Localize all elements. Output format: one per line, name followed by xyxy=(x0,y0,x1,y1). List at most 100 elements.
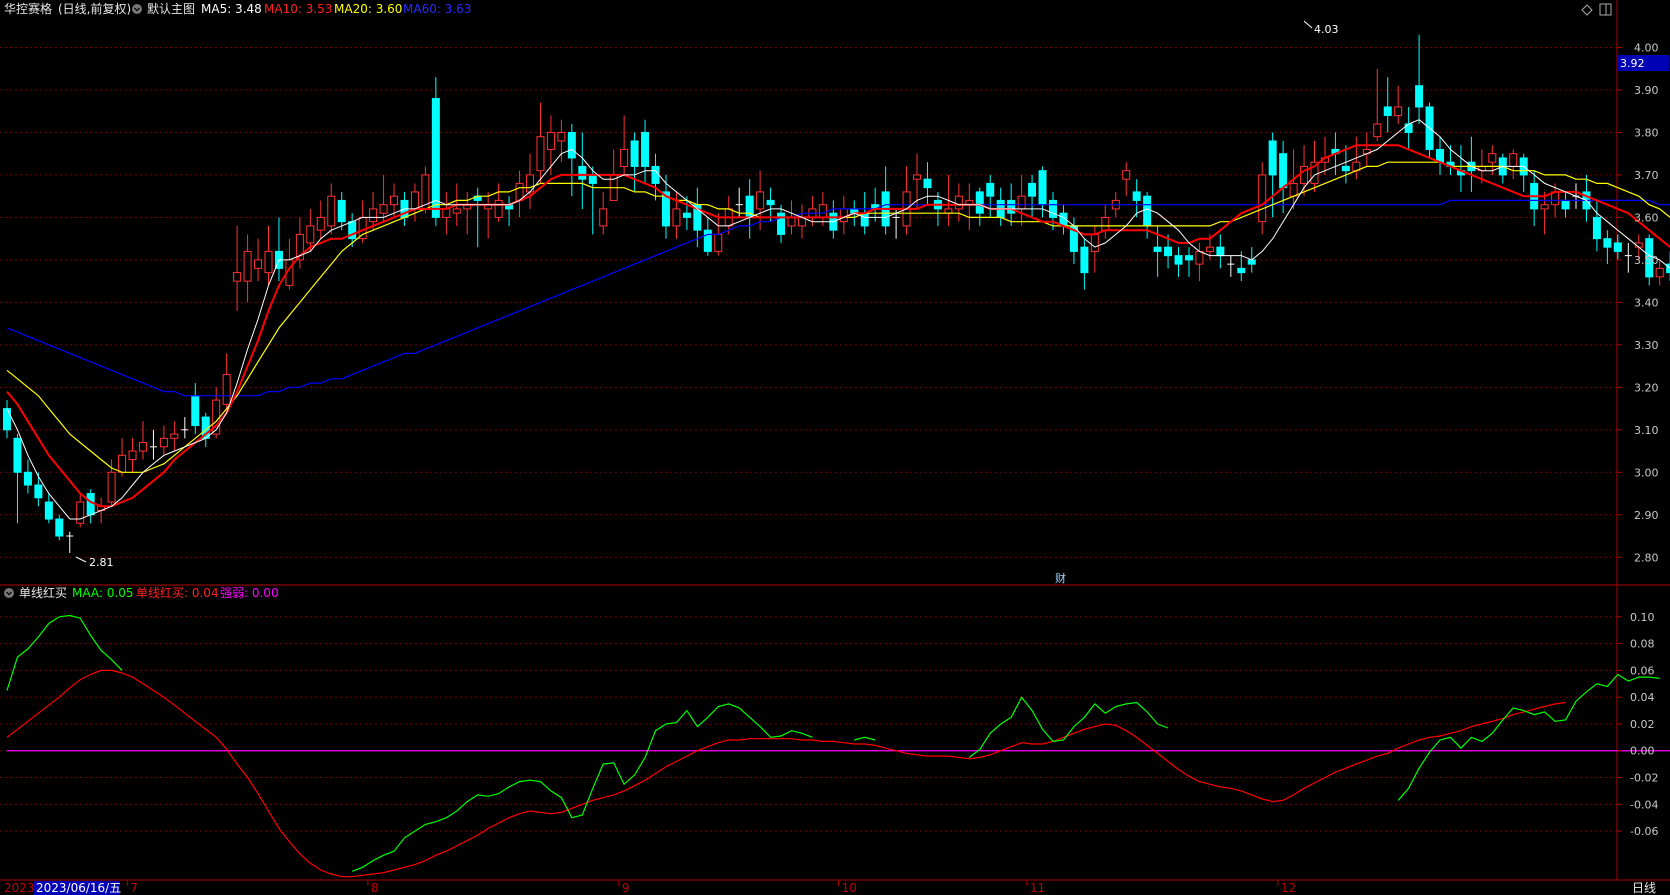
year-label: 2023 xyxy=(4,881,35,895)
indicator-name[interactable]: 单线红买 xyxy=(19,585,67,600)
low-label: 2.81 xyxy=(89,556,114,569)
candle-body xyxy=(76,501,85,524)
candle xyxy=(996,187,1005,226)
candle-body xyxy=(1415,85,1424,108)
template-name[interactable]: 默认主图 xyxy=(147,1,195,16)
tick-label: -0.06 xyxy=(1630,825,1658,838)
candle xyxy=(1028,174,1037,218)
candle xyxy=(76,493,85,528)
period-tab-label[interactable]: 日线 xyxy=(1632,881,1656,895)
candle xyxy=(442,191,451,235)
candle xyxy=(23,459,32,494)
diamond-icon[interactable] xyxy=(1581,4,1593,16)
ma10-line xyxy=(6,144,1670,508)
candlestick-series[interactable] xyxy=(3,34,1670,554)
ma5-label: MA5: 3.48 xyxy=(201,2,262,16)
candle-body xyxy=(55,518,64,537)
candle-body xyxy=(358,216,367,240)
candle-body xyxy=(431,97,440,218)
candle xyxy=(661,174,670,239)
candle xyxy=(463,191,472,235)
sub-grid xyxy=(0,616,1617,832)
financial-marker[interactable]: 财 xyxy=(1055,571,1066,585)
candle xyxy=(44,493,53,524)
candle xyxy=(536,102,545,184)
candle-body xyxy=(233,272,242,282)
candle xyxy=(881,166,890,235)
signal-line xyxy=(6,669,1566,878)
candle-body xyxy=(118,454,127,473)
candle xyxy=(1362,132,1371,167)
candle-body xyxy=(1216,246,1225,257)
maa-line xyxy=(854,736,876,741)
candle xyxy=(1080,238,1089,290)
tick-label: 0.04 xyxy=(1630,691,1655,704)
tick-label: 0.02 xyxy=(1630,718,1655,731)
maa-line xyxy=(351,703,813,872)
candle xyxy=(1415,34,1424,124)
cursor-date-label: 2023/06/16/五 xyxy=(36,881,121,895)
candle xyxy=(254,238,263,282)
candle-body xyxy=(86,493,95,516)
candle-body xyxy=(860,212,869,227)
indicator-dropdown-icon[interactable] xyxy=(4,588,14,598)
candle-body xyxy=(599,208,608,227)
candle-body xyxy=(839,208,848,223)
tick-label: -0.04 xyxy=(1630,798,1658,811)
candle xyxy=(1195,242,1204,282)
tick-label: 3.80 xyxy=(1634,126,1659,139)
template-dropdown-icon[interactable] xyxy=(132,4,142,14)
candle xyxy=(986,174,995,218)
candle-body xyxy=(1017,195,1026,210)
candle xyxy=(839,196,848,235)
candle-body xyxy=(1341,165,1350,172)
candle-body xyxy=(1205,246,1214,252)
candle xyxy=(745,179,754,239)
candle xyxy=(641,119,650,184)
candle xyxy=(66,531,74,554)
chart-canvas[interactable]: 4.00 3.90 3.80 3.70 3.60 3.50 3.40 3.30 3.20 3.10… xyxy=(0,0,1670,895)
candle-body xyxy=(1132,191,1141,201)
candle-body xyxy=(316,216,325,231)
candle xyxy=(1258,162,1267,235)
tick-label: 3.90 xyxy=(1634,84,1659,97)
candle-body xyxy=(756,191,765,210)
candle-body xyxy=(44,501,53,520)
tick-label: 3.50 xyxy=(1634,254,1659,267)
ma5-line xyxy=(6,119,1670,520)
candle-body xyxy=(1613,242,1622,252)
tick-label: 0.00 xyxy=(1630,745,1655,758)
window-controls[interactable] xyxy=(1581,3,1612,16)
tick-label: 0.08 xyxy=(1630,638,1655,651)
candle xyxy=(316,200,325,239)
strength-label: 强弱: 0.00 xyxy=(220,586,279,600)
candle-body xyxy=(159,437,168,448)
candle-body xyxy=(557,131,566,142)
candle-body xyxy=(1237,267,1246,274)
candle-body xyxy=(337,199,346,223)
candle xyxy=(1101,204,1110,239)
candle-body xyxy=(34,484,43,499)
main-header: 华控赛格 (日线,前复权) 默认主图 MA5: 3.48 MA10: 3.53 … xyxy=(4,1,471,16)
candle xyxy=(829,200,838,239)
candle-body xyxy=(766,199,775,206)
candle-body xyxy=(327,195,336,227)
candle-body xyxy=(672,208,681,227)
maa-label: MAA: 0.05 xyxy=(72,586,133,600)
tick-label: 2.80 xyxy=(1634,551,1659,564)
candle xyxy=(431,77,440,226)
candle-body xyxy=(243,250,252,282)
tick-label: 3.60 xyxy=(1634,211,1659,224)
high-annotation: 4.03 xyxy=(1303,20,1339,36)
candle-body xyxy=(954,195,963,210)
tick-label: -0.02 xyxy=(1630,772,1658,785)
candle-body xyxy=(1195,250,1204,265)
candle-body xyxy=(714,233,723,252)
candle xyxy=(327,183,336,235)
candle xyxy=(871,187,880,222)
candle-body xyxy=(1561,199,1570,210)
candle-body xyxy=(107,471,116,503)
sub-header: 单线红买 MAA: 0.05 单线红买: 0.04 强弱: 0.00 xyxy=(4,585,279,600)
candle xyxy=(128,438,137,473)
candle-body xyxy=(452,208,461,214)
